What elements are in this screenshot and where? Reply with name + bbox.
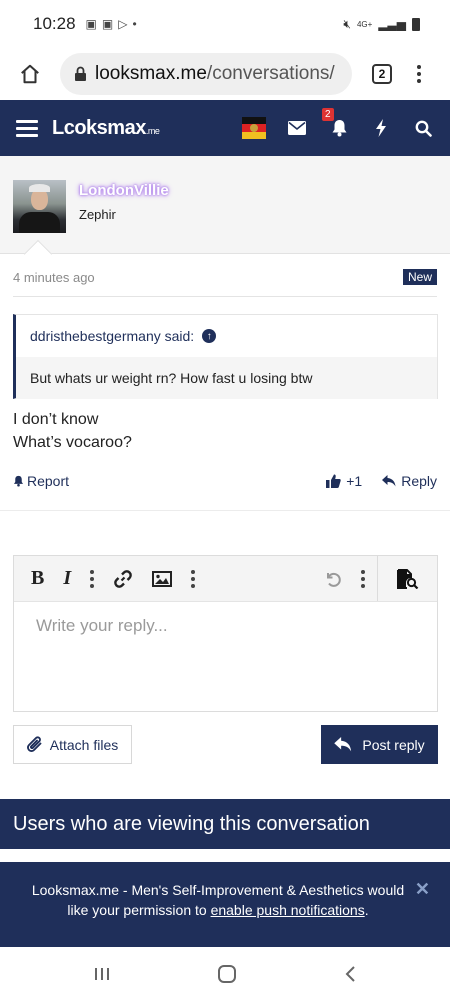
new-badge: New [402, 269, 437, 285]
play-store-icon: ▷ [118, 17, 128, 31]
like-button[interactable]: +1 [326, 473, 362, 489]
menu-icon[interactable] [16, 119, 38, 137]
browser-toolbar: looksmax.me/conversations/ 2 [0, 48, 450, 100]
undo-button[interactable] [324, 570, 342, 588]
search-icon [415, 120, 432, 137]
photo-icon: ▣ [85, 17, 97, 31]
undo-icon [327, 572, 341, 587]
bolt-icon [376, 119, 386, 137]
tab-switcher-button[interactable]: 2 [372, 64, 392, 84]
quote-block: ddristhebestgermany said: ↑ But whats ur… [13, 314, 438, 399]
status-bar: 10:28 ▣ ▣ ▷ • 🔇︎ 4G+ ▂▃▅ [0, 0, 450, 48]
preview-button[interactable] [377, 556, 437, 601]
message-body: I don’t know What’s vocaroo? [13, 408, 132, 454]
attach-files-button[interactable]: Attach files [13, 725, 132, 764]
avatar[interactable] [13, 180, 66, 233]
bell-icon [13, 475, 24, 487]
quote-author: ddristhebestgermany said: [30, 328, 195, 344]
message-user-header: LondonVillie Zephir [0, 156, 450, 254]
back-button[interactable] [343, 965, 357, 983]
report-button[interactable]: Report [13, 473, 69, 489]
envelope-icon [288, 121, 306, 135]
url-path: /conversations/ [206, 63, 335, 84]
divider [13, 296, 437, 297]
viewers-heading: Users who are viewing this conversation [0, 799, 450, 849]
logo-text: Lcoksmax [52, 116, 146, 139]
like-count: +1 [346, 473, 363, 489]
more-text-options-button[interactable] [90, 569, 95, 588]
search-button[interactable] [412, 117, 434, 139]
url-text: looksmax.me/conversations/ [95, 63, 335, 85]
post-reply-label: Post reply [362, 736, 425, 753]
recent-apps-button[interactable] [93, 966, 111, 982]
push-notice-end: . [364, 902, 369, 918]
whats-new-button[interactable] [370, 117, 392, 139]
reply-editor: B I Write your reply... [13, 555, 438, 712]
logo-suffix: .me [145, 125, 160, 136]
notification-icons: ▣ ▣ ▷ • [86, 17, 137, 31]
more-insert-options-button[interactable] [191, 569, 196, 588]
paperclip-icon [26, 736, 42, 752]
preview-icon [396, 568, 418, 589]
editor-toolbar: B I [14, 556, 437, 602]
photo-icon: ▣ [101, 17, 114, 31]
reply-icon [382, 475, 396, 487]
attach-files-label: Attach files [49, 736, 119, 753]
quote-text: But whats ur weight rn? How fast u losin… [16, 357, 437, 399]
section-separator [0, 510, 450, 555]
signal-icon: ▂▃▅ [378, 17, 406, 31]
lock-icon [75, 66, 86, 81]
enable-push-link[interactable]: enable push notifications [211, 902, 365, 918]
home-nav-button[interactable] [217, 964, 237, 984]
thumbs-up-icon [326, 474, 341, 488]
home-button[interactable] [0, 63, 60, 85]
status-time: 10:28 [33, 14, 76, 33]
report-label: Report [27, 473, 70, 489]
arrow-up-icon[interactable]: ↑ [202, 329, 217, 343]
android-nav-bar [0, 947, 450, 1000]
inbox-button[interactable] [286, 117, 308, 139]
browser-menu-button[interactable] [417, 65, 421, 83]
bold-button[interactable]: B [31, 567, 44, 590]
alert-count-badge: 2 [322, 108, 334, 121]
url-host: looksmax.me [95, 63, 207, 84]
site-logo[interactable]: Lcoksmax.me [52, 116, 160, 140]
insert-image-button[interactable] [152, 570, 173, 587]
reply-label: Reply [401, 473, 437, 489]
reply-textarea[interactable]: Write your reply... [14, 602, 437, 650]
home-icon [21, 64, 39, 84]
username[interactable]: LondonVillie [79, 182, 169, 199]
user-title: Zephir [79, 207, 116, 222]
reply-icon [334, 737, 352, 752]
image-icon [152, 570, 173, 587]
alerts-button[interactable]: 2 [322, 108, 350, 139]
battery-icon [412, 17, 420, 31]
reply-button[interactable]: Reply [382, 473, 437, 489]
network-type: 4G+ [356, 19, 373, 29]
address-bar[interactable]: looksmax.me/conversations/ [60, 53, 352, 95]
link-icon [114, 569, 132, 588]
more-options-button[interactable] [361, 569, 365, 588]
mute-icon: 🔇︎ [343, 16, 351, 31]
bell-icon [332, 120, 346, 137]
message-timestamp[interactable]: 4 minutes ago [13, 270, 95, 285]
message-line: What’s vocaroo? [13, 434, 132, 451]
site-navbar: Lcoksmax.me 2 [0, 100, 450, 156]
system-icons: 🔇︎ 4G+ ▂▃▅ [343, 17, 420, 32]
close-icon[interactable]: ✕ [415, 879, 430, 899]
flag-icon[interactable] [242, 117, 266, 139]
push-notification-notice: Looksmax.me - Men's Self-Improvement & A… [0, 862, 450, 947]
message-line: I don’t know [13, 411, 99, 428]
message-actions: Report +1 Reply [13, 470, 437, 492]
post-reply-button[interactable]: Post reply [321, 725, 438, 764]
dot-icon: • [132, 17, 137, 31]
italic-button[interactable]: I [63, 567, 71, 590]
insert-link-button[interactable] [113, 569, 133, 589]
quote-header[interactable]: ddristhebestgermany said: ↑ [16, 315, 437, 357]
